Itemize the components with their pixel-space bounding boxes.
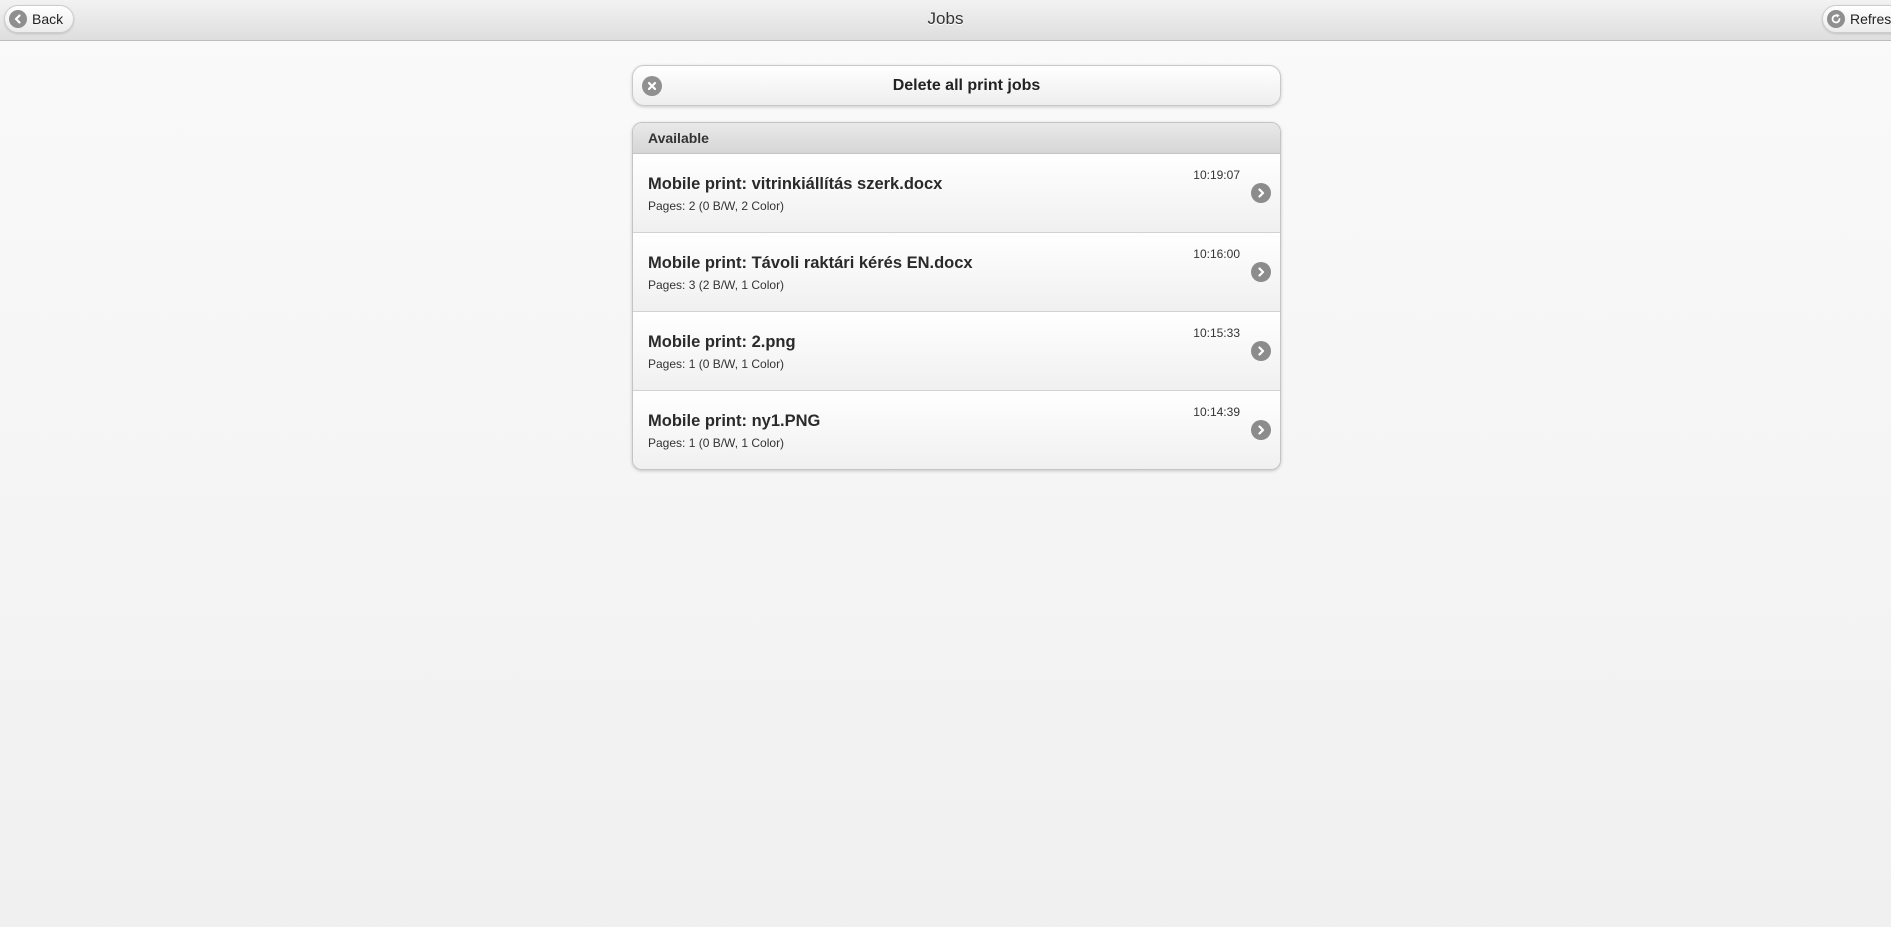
job-item[interactable]: Mobile print: Távoli raktári kérés EN.do… <box>633 233 1280 312</box>
job-time: 10:16:00 <box>1193 247 1240 261</box>
job-item[interactable]: Mobile print: vitrinkiállítás szerk.docx… <box>633 154 1280 233</box>
job-time: 10:14:39 <box>1193 405 1240 419</box>
list-section-header: Available <box>633 123 1280 154</box>
refresh-icon <box>1827 10 1845 28</box>
job-title: Mobile print: Távoli raktári kérés EN.do… <box>648 254 973 272</box>
job-title: Mobile print: vitrinkiállítás szerk.docx <box>648 175 943 193</box>
job-item[interactable]: Mobile print: ny1.PNG Pages: 1 (0 B/W, 1… <box>633 391 1280 469</box>
job-pages: Pages: 1 (0 B/W, 1 Color) <box>648 436 785 450</box>
chevron-right-icon <box>1251 183 1271 203</box>
jobs-list: Available Mobile print: vitrinkiállítás … <box>632 122 1281 470</box>
job-item[interactable]: Mobile print: 2.png Pages: 1 (0 B/W, 1 C… <box>633 312 1280 391</box>
refresh-button[interactable]: Refresh <box>1822 5 1891 33</box>
job-pages: Pages: 1 (0 B/W, 1 Color) <box>648 357 785 371</box>
header-bar: Back Jobs Refresh <box>0 0 1891 41</box>
chevron-right-icon <box>1251 341 1271 361</box>
job-title: Mobile print: 2.png <box>648 333 796 351</box>
delete-all-jobs-button[interactable]: Delete all print jobs <box>632 65 1281 106</box>
page-title: Jobs <box>927 9 964 28</box>
job-pages: Pages: 3 (2 B/W, 1 Color) <box>648 278 785 292</box>
delete-all-jobs-label: Delete all print jobs <box>892 77 1041 94</box>
job-time: 10:15:33 <box>1193 326 1240 340</box>
job-time: 10:19:07 <box>1193 168 1240 182</box>
job-pages: Pages: 2 (0 B/W, 2 Color) <box>648 199 785 213</box>
refresh-button-label: Refresh <box>1850 11 1891 27</box>
job-title: Mobile print: ny1.PNG <box>648 412 821 430</box>
chevron-right-icon <box>1251 420 1271 440</box>
chevron-right-icon <box>1251 262 1271 282</box>
